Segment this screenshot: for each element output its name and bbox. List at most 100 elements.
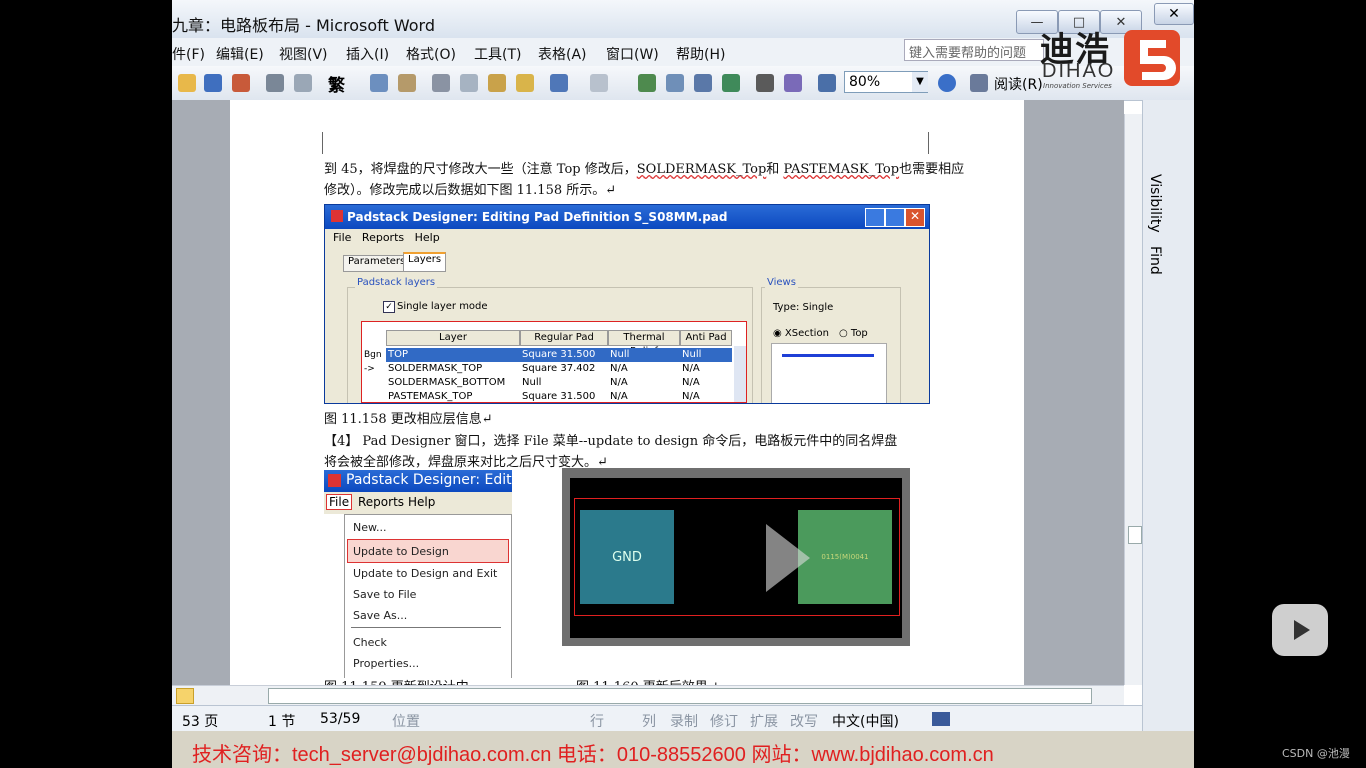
- window-title: 九章：电路板布局 - Microsoft Word: [172, 16, 435, 35]
- tab-layers: Layers: [403, 252, 447, 272]
- status-pages: 53/59: [320, 711, 361, 727]
- dialog-title: Padstack Designer: Editing: [346, 472, 512, 488]
- paragraph-line: 到 45，将焊盘的尺寸修改大一些（注意 Top 修改后，SOLDERMASK_T…: [324, 162, 965, 177]
- traditional-chinese-icon[interactable]: 繁: [328, 71, 346, 96]
- menu-insert[interactable]: 插入(I): [346, 44, 389, 64]
- menu-item: Save to File: [353, 588, 417, 601]
- close-icon[interactable]: ✕: [1154, 3, 1194, 25]
- status-rec[interactable]: 录制: [670, 711, 698, 731]
- menu-edit[interactable]: 编辑(E): [216, 44, 264, 64]
- cut-icon[interactable]: [432, 74, 450, 92]
- paragraph-line: 修改）。修改完成以后数据如下图 11.158 所示。↵: [324, 183, 617, 198]
- group-label: Padstack layers: [355, 277, 438, 288]
- find-tab[interactable]: Find: [1147, 246, 1163, 275]
- print-icon[interactable]: [266, 74, 284, 92]
- format-painter-icon[interactable]: [516, 74, 534, 92]
- status-section: 1 节: [268, 714, 296, 730]
- print-preview-icon[interactable]: [294, 74, 312, 92]
- view-preview: [771, 343, 887, 403]
- menu-item: Properties...: [353, 657, 420, 670]
- standard-toolbar: 繁 阅读(R): [172, 66, 1194, 101]
- figure-caption: 图 11.158 更改相应层信息↵: [324, 412, 493, 427]
- status-line: 行: [590, 714, 604, 730]
- menu-reports: Reports: [361, 231, 405, 244]
- visibility-tab[interactable]: Visibility: [1147, 174, 1163, 233]
- scroll-track[interactable]: [268, 688, 1092, 704]
- table-cell: Square 37.402: [522, 363, 596, 374]
- help-icon[interactable]: [938, 74, 956, 92]
- menu-help[interactable]: 帮助(H): [676, 44, 725, 64]
- dihao-logo-icon: [1124, 30, 1180, 86]
- vertical-scrollbar[interactable]: [1124, 114, 1143, 685]
- status-col: 列: [642, 714, 656, 730]
- logo-english: DIHAO: [1042, 60, 1116, 82]
- table-cell: N/A: [610, 377, 628, 388]
- normal-view-icon[interactable]: [176, 688, 194, 704]
- menu-table[interactable]: 表格(A): [538, 44, 587, 64]
- row-marker: Bgn: [364, 350, 382, 360]
- drawing-icon[interactable]: [784, 74, 802, 92]
- help-search-input[interactable]: 键入需要帮助的问题: [904, 39, 1044, 61]
- figure-padstack-layers: Padstack Designer: Editing Pad Definitio…: [324, 204, 930, 404]
- status-language: 中文(中国): [832, 714, 899, 730]
- play-overlay-icon: [766, 524, 810, 592]
- hyperlink-icon[interactable]: [638, 74, 656, 92]
- menu-tools[interactable]: 工具(T): [474, 44, 521, 64]
- column-header: Thermal Relief: [608, 330, 680, 357]
- status-ext[interactable]: 扩展: [750, 711, 778, 731]
- read-icon[interactable]: [970, 74, 988, 92]
- menu-item: Save As...: [353, 609, 408, 622]
- research-icon[interactable]: [398, 74, 416, 92]
- status-ovr[interactable]: 改写: [790, 711, 818, 731]
- save-icon[interactable]: [204, 74, 222, 92]
- permission-icon[interactable]: [232, 74, 250, 92]
- scroll-thumb[interactable]: [1128, 526, 1142, 544]
- table-cell: Square 31.500: [522, 349, 596, 360]
- undo-icon[interactable]: [550, 74, 568, 92]
- table-cell: N/A: [610, 363, 628, 374]
- chevron-down-icon[interactable]: ▼: [912, 72, 928, 92]
- spelling-status-icon[interactable]: [932, 712, 950, 726]
- open-icon[interactable]: [178, 74, 196, 92]
- redo-icon[interactable]: [590, 74, 608, 92]
- paste-icon[interactable]: [488, 74, 506, 92]
- menu-item: Update to Design and Exit: [353, 567, 498, 580]
- read-button[interactable]: 阅读(R): [994, 74, 1043, 94]
- group-label: Views: [765, 277, 798, 288]
- row-marker: ->: [364, 364, 375, 374]
- side-pane-labels[interactable]: Visibility Find: [1147, 174, 1163, 275]
- table-cell: N/A: [682, 363, 700, 374]
- tables-borders-icon[interactable]: [666, 74, 684, 92]
- menu-item: Update to Design: [353, 545, 449, 558]
- columns-icon[interactable]: [756, 74, 774, 92]
- dialog-title-bar: Padstack Designer: Editing: [324, 470, 512, 492]
- insert-table-icon[interactable]: [694, 74, 712, 92]
- figure-pad-result: GND 0115(M)0041: [562, 468, 910, 646]
- insert-excel-icon[interactable]: [722, 74, 740, 92]
- table-cell: PASTEMASK_TOP: [388, 391, 473, 402]
- horizontal-scrollbar[interactable]: [172, 685, 1124, 706]
- status-trk[interactable]: 修订: [710, 711, 738, 731]
- table-cell: Square 31.500: [522, 391, 596, 402]
- spelling-icon[interactable]: [370, 74, 388, 92]
- menu-window[interactable]: 窗口(W): [606, 44, 659, 64]
- menu-file[interactable]: 件(F): [172, 44, 205, 64]
- status-bar: 53 页 1 节 53/59 位置 行 列 录制 修订 扩展 改写 中文(中国): [172, 705, 1142, 732]
- table-cell: TOP: [388, 349, 409, 360]
- video-play-icon[interactable]: [1272, 604, 1328, 656]
- status-position: 位置: [392, 714, 420, 730]
- single-layer-label: Single layer mode: [397, 301, 488, 312]
- menu-view[interactable]: 视图(V): [279, 44, 328, 64]
- figure-file-menu: Padstack Designer: Editing File Reports …: [324, 470, 512, 678]
- table-cell: SOLDERMASK_BOTTOM: [388, 377, 506, 388]
- dialog-menu: File Reports Help: [324, 492, 512, 514]
- table-cell: Null: [682, 349, 702, 360]
- document-map-icon[interactable]: [818, 74, 836, 92]
- column-header: Regular Pad: [520, 330, 608, 346]
- checkbox-checked-icon: ✓: [383, 301, 395, 313]
- menu-item: New...: [353, 521, 387, 534]
- menu-format[interactable]: 格式(O): [406, 44, 456, 64]
- contact-banner: 技术咨询：tech_server@bjdihao.com.cn 电话：010-8…: [192, 744, 994, 766]
- menu-file: File: [326, 494, 353, 510]
- copy-icon[interactable]: [460, 74, 478, 92]
